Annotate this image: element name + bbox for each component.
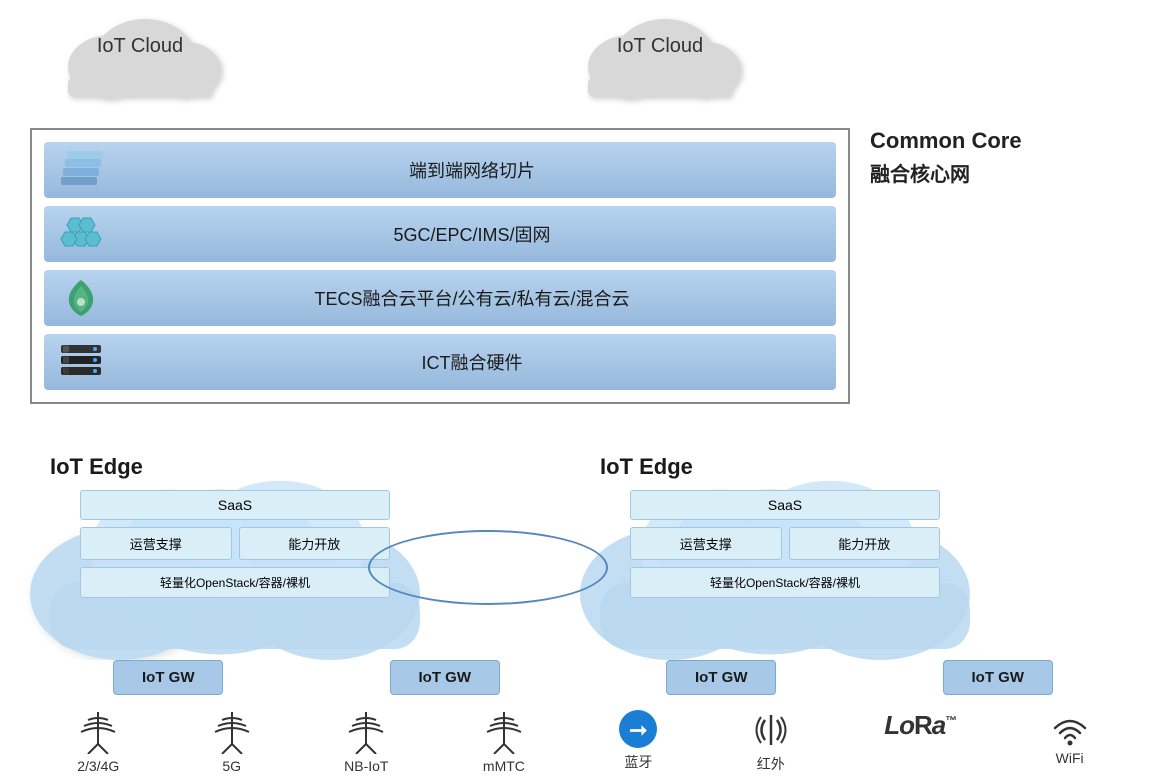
cloud-left-label: IoT Cloud [50,35,230,58]
icon-nb-iot-label: NB-IoT [344,758,388,774]
icon-wifi-label: WiFi [1056,750,1084,766]
icon-mmtc: mMTC [483,710,525,774]
iot-edge-right-saas: SaaS [630,490,940,520]
iot-edge-right: IoT Edge SaaS 运营支撑 能力开放 轻量化OpenStack/容器/… [570,440,1000,660]
iot-edge-left-saas: SaaS [80,490,390,520]
iot-edge-right-openstack: 轻量化OpenStack/容器/裸机 [630,567,940,598]
layer-network-slice-text: 端到端网络切片 [120,157,824,183]
icon-ir: 红外 [752,710,790,774]
icon-nb-iot: NB-IoT [344,710,388,774]
icons-section: 2/3/4G 5G NB-IoT [0,710,1166,774]
iot-edge-left-openstack: 轻量化OpenStack/容器/裸机 [80,567,390,598]
iot-edge-left-row1: 运营支撑 能力开放 [80,527,390,560]
iot-edge-right-label: IoT Edge [600,454,693,480]
core-label-cn: 融合核心网 [870,158,1070,187]
antenna-mmtc-icon [486,710,522,754]
layer-tecs: TECS融合云平台/公有云/私有云/混合云 [44,270,836,326]
icon-2g3g4g: 2/3/4G [77,710,119,774]
iot-edge-right-row1: 运营支撑 能力开放 [630,527,940,560]
core-label-en: Common Core [870,128,1070,154]
server-icon [56,342,106,382]
bluetooth-icon: ⭢ [619,710,657,748]
iot-edge-left-label: IoT Edge [50,454,143,480]
iot-edge-left-cap: 能力开放 [239,527,391,560]
layer-tecs-text: TECS融合云平台/公有云/私有云/混合云 [120,285,824,311]
antenna-nbiot-icon [348,710,384,754]
ir-icon [752,710,790,750]
iot-edge-right-ops: 运营支撑 [630,527,782,560]
honeycomb-icon [56,214,106,254]
iot-edge-right-inner: SaaS 运营支撑 能力开放 轻量化OpenStack/容器/裸机 [630,490,940,598]
stack-icon [56,150,106,190]
layer-ict-text: ICT融合硬件 [120,349,824,375]
tecs-icon [56,278,106,318]
cloud-top-right: IoT Cloud [570,5,750,105]
icon-5g: 5G [214,710,250,774]
cloud-top-left: IoT Cloud [50,5,230,105]
icon-bluetooth-label: 蓝牙 [624,752,652,772]
gw-box-1: IoT GW [113,660,223,695]
common-core-box: 端到端网络切片 5GC/EPC/IMS/固网 [30,128,850,404]
main-container: IoT Cloud IoT Cloud [0,0,1166,778]
iot-edge-left-ops: 运营支撑 [80,527,232,560]
layer-network-slice: 端到端网络切片 [44,142,836,198]
icon-lora: LoRa™ LoRa [884,710,956,761]
icon-mmtc-label: mMTC [483,758,525,774]
layer-5gc-text: 5GC/EPC/IMS/固网 [120,221,824,247]
icon-bluetooth: ⭢ 蓝牙 [619,710,657,772]
antenna-5g-icon [214,710,250,754]
antenna-2g3g4g-icon [80,710,116,754]
iot-edge-right-cap: 能力开放 [789,527,941,560]
layer-ict: ICT融合硬件 [44,334,836,390]
common-core-label: Common Core 融合核心网 [870,128,1070,187]
gw-box-2: IoT GW [390,660,500,695]
icon-2g3g4g-label: 2/3/4G [77,758,119,774]
icon-5g-label: 5G [222,758,241,774]
wifi-icon [1051,710,1089,746]
icon-ir-label: 红外 [757,754,785,774]
lora-icon: LoRa™ [884,710,956,741]
iot-edge-left-inner: SaaS 运营支撑 能力开放 轻量化OpenStack/容器/裸机 [80,490,390,598]
gw-box-3: IoT GW [666,660,776,695]
icon-wifi: WiFi [1051,710,1089,766]
connection-oval [368,530,608,605]
cloud-right-label: IoT Cloud [570,35,750,58]
layer-5gc: 5GC/EPC/IMS/固网 [44,206,836,262]
gw-section: IoT GW IoT GW IoT GW IoT GW [0,660,1166,695]
gw-box-4: IoT GW [943,660,1053,695]
